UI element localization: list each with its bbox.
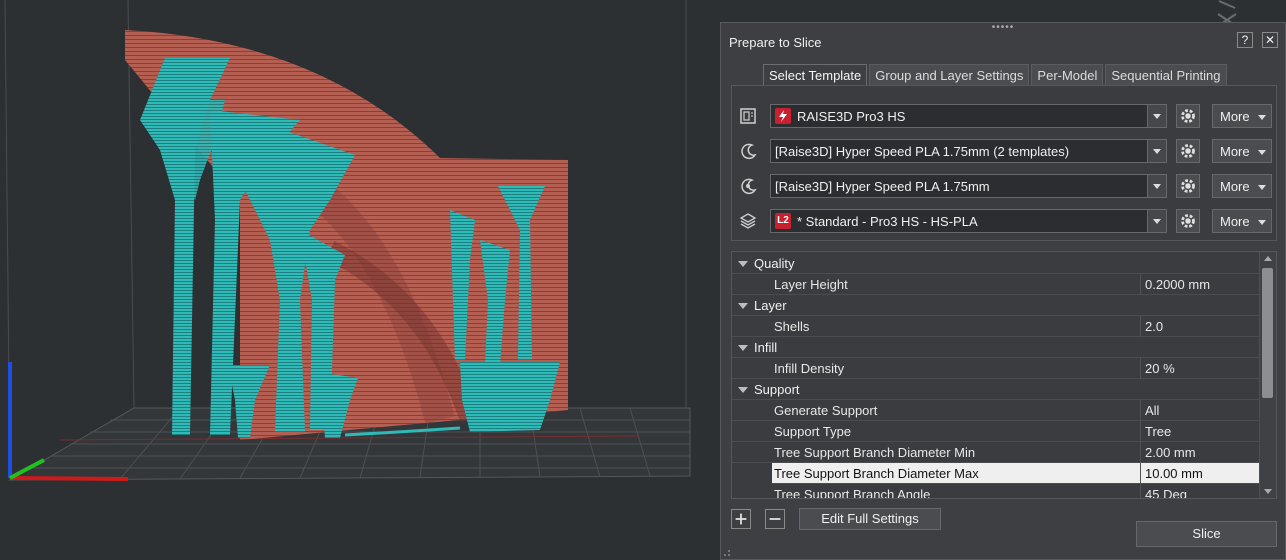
process-template-value: * Standard - Pro3 HS - HS-PLA — [797, 214, 978, 229]
printer-template-value: RAISE3D Pro3 HS — [797, 109, 906, 124]
settings-scrollbar[interactable] — [1259, 252, 1276, 498]
close-button[interactable]: ✕ — [1262, 32, 1278, 48]
edit-full-settings-button[interactable]: Edit Full Settings — [799, 508, 941, 530]
help-button[interactable]: ? — [1237, 32, 1253, 48]
filament-left-more-button[interactable]: More — [1212, 139, 1272, 163]
caret-down-icon[interactable] — [738, 387, 748, 393]
filament-right-more-button[interactable]: More — [1212, 174, 1272, 198]
filament-right-icon — [741, 178, 757, 195]
settings-group-quality[interactable]: Quality — [732, 253, 1260, 274]
filament-right-template-select[interactable]: [Raise3D] Hyper Speed PLA 1.75mm — [770, 174, 1167, 198]
chevron-down-icon — [1258, 150, 1266, 155]
settings-group-layer[interactable]: Layer — [732, 295, 1260, 316]
resize-grip-icon[interactable] — [723, 549, 731, 557]
process-template-select[interactable]: L2 * Standard - Pro3 HS - HS-PLA — [770, 209, 1167, 233]
chevron-down-icon[interactable] — [1147, 175, 1166, 197]
setting-row-branch-diameter-max[interactable]: Tree Support Branch Diameter Max 10.00 mm — [772, 463, 1260, 484]
filament-right-template-row: [Raise3D] Hyper Speed PLA 1.75mm More — [732, 173, 1278, 199]
template-selector: RAISE3D Pro3 HS More [Raise3D] Hyper Spe… — [731, 85, 1277, 241]
scroll-down-icon[interactable] — [1260, 484, 1276, 498]
caret-down-icon[interactable] — [738, 261, 748, 267]
caret-down-icon[interactable] — [738, 303, 748, 309]
setting-row-generate-support[interactable]: Generate Support All — [732, 400, 1260, 421]
settings-tree: Quality Layer Height 0.2000 mm Layer Shel… — [731, 251, 1277, 499]
tab-group-and-layer-settings[interactable]: Group and Layer Settings — [869, 64, 1030, 85]
layer-badge: L2 — [775, 213, 791, 229]
chevron-down-icon — [1258, 220, 1266, 225]
process-more-button[interactable]: More — [1212, 209, 1272, 233]
printer-icon — [740, 108, 756, 124]
add-icon[interactable] — [731, 509, 751, 529]
scroll-thumb[interactable] — [1262, 268, 1273, 398]
chevron-down-icon — [1258, 185, 1266, 190]
tab-select-template[interactable]: Select Template — [763, 64, 868, 85]
remove-icon[interactable] — [765, 509, 785, 529]
panel-tabs: Select Template Group and Layer Settings… — [763, 64, 1229, 86]
printer-template-select[interactable]: RAISE3D Pro3 HS — [770, 104, 1167, 128]
process-template-row: L2 * Standard - Pro3 HS - HS-PLA More — [732, 208, 1278, 234]
setting-row-layer-height[interactable]: Layer Height 0.2000 mm — [732, 274, 1260, 295]
tab-sequential-printing[interactable]: Sequential Printing — [1105, 64, 1227, 85]
panel-title: Prepare to Slice — [729, 35, 822, 50]
setting-row-shells[interactable]: Shells 2.0 — [732, 316, 1260, 337]
setting-row-support-type[interactable]: Support Type Tree — [732, 421, 1260, 442]
slice-button[interactable]: Slice — [1136, 521, 1277, 547]
caret-down-icon[interactable] — [738, 345, 748, 351]
filament-left-template-row: [Raise3D] Hyper Speed PLA 1.75mm (2 temp… — [732, 138, 1278, 164]
panel-drag-handle[interactable]: ••••• — [991, 23, 1015, 33]
gear-icon[interactable] — [1176, 104, 1200, 128]
prepare-to-slice-panel: ••••• Prepare to Slice ? ✕ Select Templa… — [720, 22, 1286, 560]
setting-row-infill-density[interactable]: Infill Density 20 % — [732, 358, 1260, 379]
filament-left-template-value: [Raise3D] Hyper Speed PLA 1.75mm (2 temp… — [775, 144, 1070, 159]
chevron-down-icon — [1258, 115, 1266, 120]
chevron-down-icon[interactable] — [1147, 140, 1166, 162]
filament-left-template-select[interactable]: [Raise3D] Hyper Speed PLA 1.75mm (2 temp… — [770, 139, 1167, 163]
settings-group-support[interactable]: Support — [732, 379, 1260, 400]
tab-per-model[interactable]: Per-Model — [1031, 64, 1104, 85]
settings-group-infill[interactable]: Infill — [732, 337, 1260, 358]
filament-left-icon — [741, 143, 757, 160]
scroll-up-icon[interactable] — [1260, 252, 1276, 266]
printer-template-row: RAISE3D Pro3 HS More — [732, 103, 1278, 129]
setting-row-branch-angle[interactable]: Tree Support Branch Angle 45 Deg — [732, 484, 1260, 498]
raise3d-logo-icon — [775, 108, 791, 124]
chevron-down-icon[interactable] — [1147, 105, 1166, 127]
layers-icon — [739, 213, 757, 229]
gear-icon[interactable] — [1176, 209, 1200, 233]
gear-icon[interactable] — [1176, 174, 1200, 198]
printer-more-button[interactable]: More — [1212, 104, 1272, 128]
chevron-down-icon[interactable] — [1147, 210, 1166, 232]
gear-icon[interactable] — [1176, 139, 1200, 163]
setting-row-branch-diameter-min[interactable]: Tree Support Branch Diameter Min 2.00 mm — [732, 442, 1260, 463]
filament-right-template-value: [Raise3D] Hyper Speed PLA 1.75mm — [775, 179, 990, 194]
